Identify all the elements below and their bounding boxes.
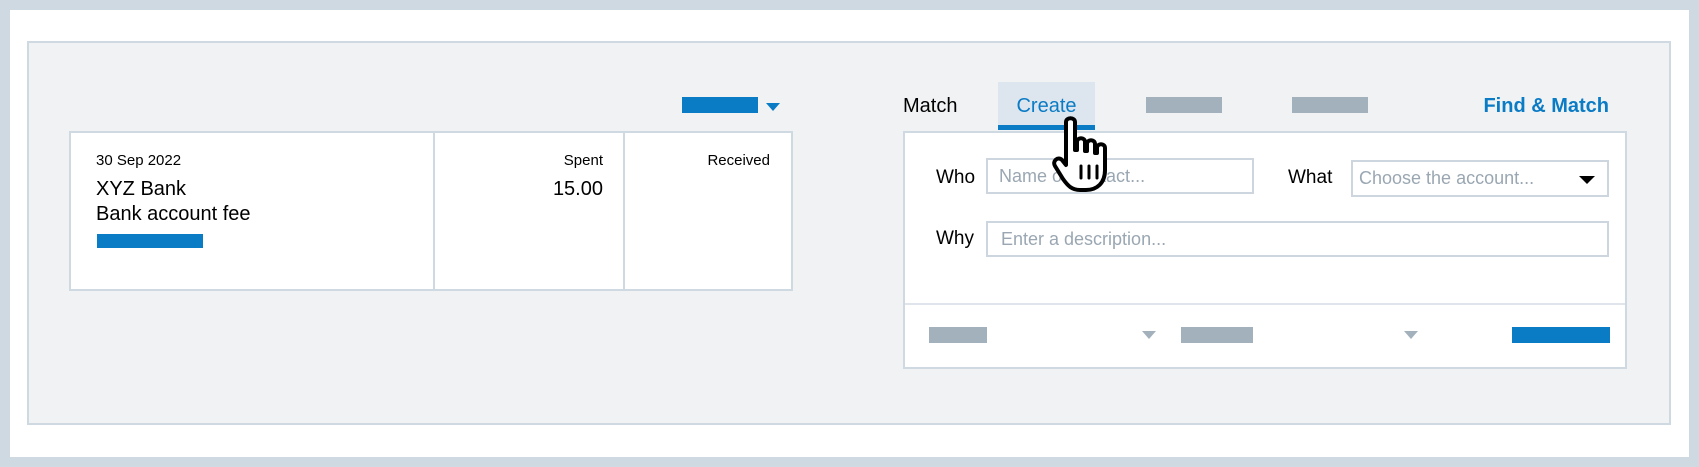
tab-match[interactable]: Match [903,82,957,130]
what-label: What [1288,167,1333,188]
who-input[interactable]: Name of contact... [986,158,1254,194]
caret-down-icon[interactable] [1142,331,1156,339]
why-input[interactable]: Enter a description... [986,221,1609,257]
statement-options-button[interactable] [682,97,782,115]
received-header: Received [707,152,770,169]
what-account-select[interactable]: Choose the account... [1351,160,1609,197]
caret-down-icon[interactable] [1404,331,1418,339]
region-select-placeholder[interactable] [929,327,987,343]
tax-select-placeholder[interactable] [1181,327,1253,343]
find-and-match-link[interactable]: Find & Match [1483,82,1609,130]
tab-discuss-placeholder[interactable] [1292,97,1368,113]
create-transaction-form: Who Name of contact... What Choose the a… [903,131,1627,369]
who-label: Who [936,167,976,188]
statement-payee: XYZ Bank [96,178,187,200]
spent-header: Spent [563,152,603,169]
ok-button[interactable] [1512,327,1610,343]
what-placeholder: Choose the account... [1359,168,1535,188]
options-label-placeholder [682,97,758,113]
form-footer-divider [905,303,1625,305]
tab-transfer-placeholder[interactable] [1146,97,1222,113]
statement-reference: Bank account fee [96,203,251,225]
statement-date: 30 Sep 2022 [96,152,182,169]
hand-pointer-icon [1052,116,1107,192]
statement-line-card: 30 Sep 2022 XYZ Bank Bank account fee Sp… [69,131,793,291]
chevron-down-icon [1579,176,1595,184]
caret-down-icon [766,103,780,111]
spent-amount: 15.00 [552,178,603,200]
why-label: Why [936,228,974,249]
column-divider [433,133,435,289]
column-divider [623,133,625,289]
statement-details-link[interactable] [97,234,203,248]
